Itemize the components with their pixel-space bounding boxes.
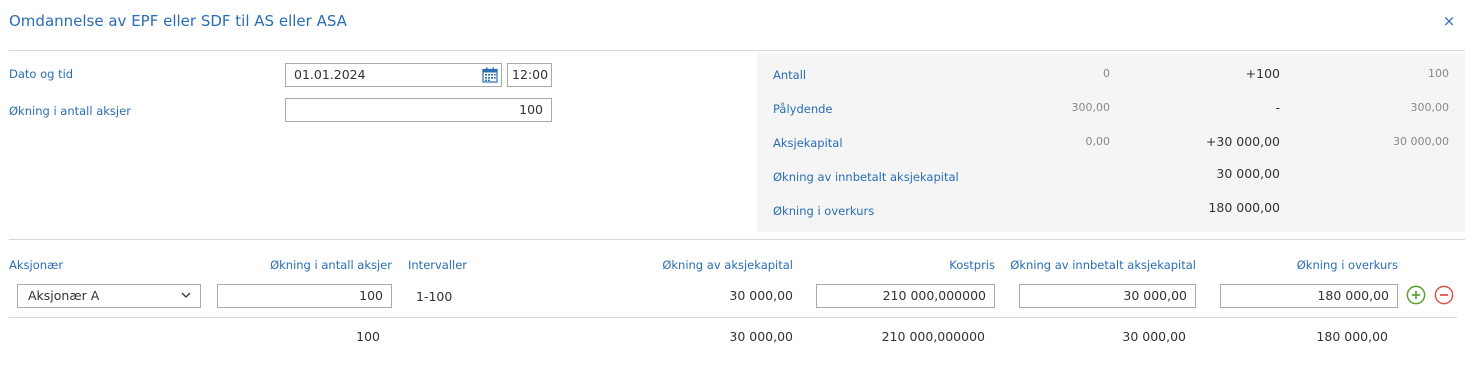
summary-antall-before: 0 [1103,67,1110,80]
summary-antall-change: +100 [1245,66,1280,81]
dialog-title: Omdannelse av EPF eller SDF til AS eller… [9,12,347,30]
row-premium-input[interactable]: 180 000,00 [1220,284,1398,308]
summary-paalydende-change: - [1275,100,1280,115]
shareholder-select[interactable]: Aksjonær A [17,284,201,308]
total-premium: 180 000,00 [1316,329,1388,344]
row-paid-in-capital-input[interactable]: 30 000,00 [1019,284,1196,308]
date-input[interactable]: 01.01.2024 [285,63,502,87]
shareholder-select-value: Aksjonær A [28,288,100,303]
summary-aksjekapital-change: +30 000,00 [1205,134,1280,149]
totals-divider [9,317,1457,318]
total-cost-price: 210 000,000000 [881,329,985,344]
col-header-cost-price: Kostpris [949,258,995,272]
header-divider [9,50,1465,51]
row-cost-price-input[interactable]: 210 000,000000 [816,284,995,308]
minus-circle-icon[interactable] [1434,285,1454,305]
total-capital-increase: 30 000,00 [729,329,793,344]
total-share-increase: 100 [356,329,380,344]
date-label: Dato og tid [9,67,74,81]
summary-premium-label: Økning i overkurs [773,204,875,218]
plus-circle-icon[interactable] [1406,285,1426,305]
row-share-increase-input[interactable]: 100 [217,284,392,308]
col-header-share-increase: Økning i antall aksjer [270,258,392,272]
col-header-shareholder: Aksjonær [9,258,64,272]
row-intervals: 1-100 [416,289,453,304]
section-divider [9,239,1465,240]
calendar-icon[interactable] [481,66,499,84]
chevron-down-icon [181,292,191,298]
summary-aksjekapital-label: Aksjekapital [773,136,843,150]
summary-paid-in-value: 30 000,00 [1216,166,1280,181]
summary-antall-label: Antall [773,68,807,82]
summary-paalydende-after: 300,00 [1410,101,1450,114]
shares-increase-label: Økning i antall aksjer [9,104,131,118]
col-header-paid-in-capital: Økning av innbetalt aksjekapital [1010,258,1196,272]
time-input[interactable]: 12:00 [507,63,552,87]
summary-antall-after: 100 [1428,67,1449,80]
summary-aksjekapital-before: 0,00 [1085,135,1111,148]
summary-aksjekapital-after: 30 000,00 [1393,135,1449,148]
col-header-premium: Økning i overkurs [1296,258,1398,272]
total-paid-in-capital: 30 000,00 [1122,329,1186,344]
summary-premium-value: 180 000,00 [1208,200,1280,215]
col-header-intervals: Intervaller [408,258,468,272]
summary-paalydende-label: Pålydende [773,102,833,116]
close-icon[interactable]: × [1441,12,1457,30]
summary-paalydende-before: 300,00 [1071,101,1111,114]
date-input-value: 01.01.2024 [294,67,366,82]
col-header-capital-increase: Økning av aksjekapital [662,258,793,272]
shares-increase-input[interactable]: 100 [285,98,552,122]
summary-paid-in-label: Økning av innbetalt aksjekapital [773,170,959,184]
row-capital-increase: 30 000,00 [729,288,793,303]
